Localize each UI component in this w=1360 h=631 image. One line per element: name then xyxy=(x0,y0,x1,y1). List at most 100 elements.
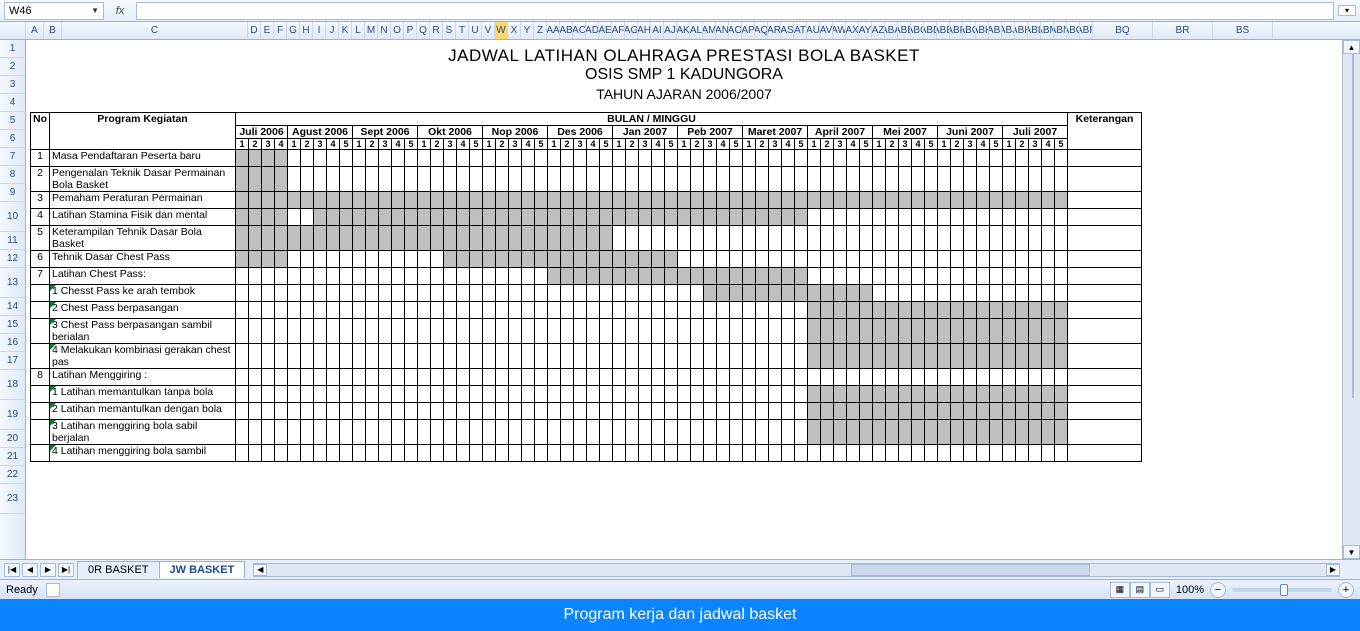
cell-week[interactable] xyxy=(860,386,873,403)
cell-week[interactable] xyxy=(613,251,626,268)
cell-week[interactable] xyxy=(717,369,730,386)
cell-week[interactable] xyxy=(574,268,587,285)
cell-week[interactable] xyxy=(561,285,574,302)
col-header-overflow[interactable]: ABE xyxy=(937,22,950,39)
cell-week[interactable] xyxy=(951,403,964,420)
cell-week[interactable] xyxy=(639,285,652,302)
cell-week[interactable] xyxy=(613,268,626,285)
cell-week[interactable] xyxy=(522,285,535,302)
cell-week[interactable] xyxy=(522,386,535,403)
cell-week[interactable] xyxy=(808,420,821,445)
cell-week[interactable] xyxy=(249,251,262,268)
cell-week[interactable] xyxy=(379,192,392,209)
cell-week[interactable] xyxy=(327,420,340,445)
cell-week[interactable] xyxy=(431,445,444,462)
cell-week[interactable] xyxy=(301,420,314,445)
row-header-11[interactable]: 11 xyxy=(0,232,25,250)
cell-week[interactable] xyxy=(327,403,340,420)
cell-week[interactable] xyxy=(717,167,730,192)
cell-week[interactable] xyxy=(678,192,691,209)
cell-week[interactable] xyxy=(925,344,938,369)
cell-week[interactable] xyxy=(483,445,496,462)
cell-week[interactable] xyxy=(444,226,457,251)
cell-week[interactable] xyxy=(392,150,405,167)
cell-week[interactable] xyxy=(275,445,288,462)
macro-record-icon[interactable] xyxy=(46,583,60,597)
cell-week[interactable] xyxy=(379,150,392,167)
cell-week[interactable] xyxy=(535,420,548,445)
cell-week[interactable] xyxy=(1042,420,1055,445)
cell-week[interactable] xyxy=(704,302,717,319)
cell-week[interactable] xyxy=(782,369,795,386)
cell-week[interactable] xyxy=(886,344,899,369)
cell-week[interactable] xyxy=(626,302,639,319)
cell-week[interactable] xyxy=(678,251,691,268)
cell-week[interactable] xyxy=(470,285,483,302)
cell-week[interactable] xyxy=(912,344,925,369)
cell-week[interactable] xyxy=(457,226,470,251)
cell-week[interactable] xyxy=(704,420,717,445)
cell-week[interactable] xyxy=(249,319,262,344)
cell-week[interactable] xyxy=(444,386,457,403)
cell-week[interactable] xyxy=(977,403,990,420)
cell-week[interactable] xyxy=(834,403,847,420)
cell-week[interactable] xyxy=(574,150,587,167)
cell-week[interactable] xyxy=(600,369,613,386)
cell-week[interactable] xyxy=(379,369,392,386)
row-header-21[interactable]: 21 xyxy=(0,448,25,466)
cell-week[interactable] xyxy=(1055,167,1068,192)
row-header-6[interactable]: 6 xyxy=(0,130,25,148)
cell-week[interactable] xyxy=(288,209,301,226)
cell-week[interactable] xyxy=(652,319,665,344)
cell-week[interactable] xyxy=(886,150,899,167)
cell-week[interactable] xyxy=(860,150,873,167)
cell-week[interactable] xyxy=(899,251,912,268)
cell-week[interactable] xyxy=(717,386,730,403)
cell-week[interactable] xyxy=(418,192,431,209)
cell-week[interactable] xyxy=(652,268,665,285)
cell-week[interactable] xyxy=(366,150,379,167)
cell-week[interactable] xyxy=(340,420,353,445)
cell-week[interactable] xyxy=(470,319,483,344)
cell-week[interactable] xyxy=(847,319,860,344)
cell-week[interactable] xyxy=(314,386,327,403)
cell-week[interactable] xyxy=(496,150,509,167)
cell-week[interactable] xyxy=(262,344,275,369)
col-header-O[interactable]: O xyxy=(391,22,404,39)
cell-week[interactable] xyxy=(327,150,340,167)
cell-week[interactable] xyxy=(522,403,535,420)
cell-week[interactable] xyxy=(431,268,444,285)
cell-week[interactable] xyxy=(275,302,288,319)
cell-week[interactable] xyxy=(249,209,262,226)
cell-week[interactable] xyxy=(600,226,613,251)
cell-week[interactable] xyxy=(1042,167,1055,192)
col-header-overflow[interactable]: AK xyxy=(677,22,690,39)
cell-week[interactable] xyxy=(769,302,782,319)
row-header-7[interactable]: 7 xyxy=(0,148,25,166)
cell-week[interactable] xyxy=(925,319,938,344)
cell-week[interactable] xyxy=(652,386,665,403)
cell-week[interactable] xyxy=(977,386,990,403)
cell-week[interactable] xyxy=(899,386,912,403)
col-header-overflow[interactable]: AM xyxy=(703,22,716,39)
cell-week[interactable] xyxy=(418,226,431,251)
cell-week[interactable] xyxy=(626,192,639,209)
cell-week[interactable] xyxy=(743,192,756,209)
cell-week[interactable] xyxy=(912,403,925,420)
cell-week[interactable] xyxy=(964,150,977,167)
col-header-overflow[interactable]: AT xyxy=(794,22,807,39)
cell-week[interactable] xyxy=(1055,268,1068,285)
cell-week[interactable] xyxy=(509,319,522,344)
col-header-V[interactable]: V xyxy=(482,22,495,39)
cell-week[interactable] xyxy=(1042,268,1055,285)
cell-week[interactable] xyxy=(938,251,951,268)
cell-week[interactable] xyxy=(1016,386,1029,403)
cell-week[interactable] xyxy=(366,344,379,369)
col-header-R[interactable]: R xyxy=(430,22,443,39)
cell-week[interactable] xyxy=(795,150,808,167)
cell-week[interactable] xyxy=(483,420,496,445)
cell-week[interactable] xyxy=(405,150,418,167)
cell-week[interactable] xyxy=(691,285,704,302)
cell-week[interactable] xyxy=(379,319,392,344)
cell-week[interactable] xyxy=(847,344,860,369)
